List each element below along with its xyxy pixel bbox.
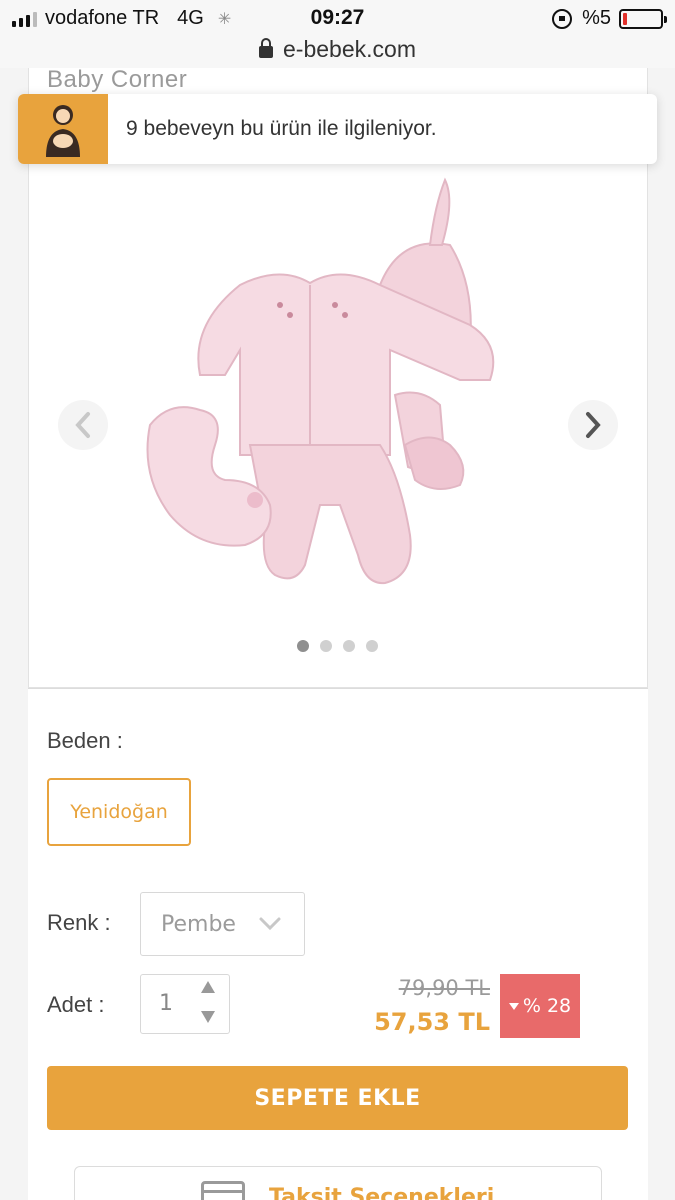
quantity-increment-icon[interactable]	[201, 981, 215, 993]
pants-shape	[248, 444, 412, 585]
discount-badge: % 28	[500, 974, 580, 1038]
installments-button[interactable]: Taksit Seçenekleri	[74, 1166, 602, 1200]
battery-icon	[619, 8, 667, 29]
url-bar[interactable]: e-bebek.com	[0, 36, 675, 68]
brand-name: Baby Corner	[47, 66, 188, 93]
chevron-down-icon	[259, 917, 281, 931]
size-label: Beden :	[47, 728, 123, 753]
quantity-stepper[interactable]: 1	[140, 974, 230, 1034]
carousel-dot-1[interactable]	[297, 640, 309, 652]
down-triangle-icon	[508, 1002, 519, 1010]
credit-card-icon	[201, 1181, 245, 1200]
quantity-label: Adet :	[47, 992, 105, 1017]
size-option-button[interactable]: Yenidoğan	[47, 778, 191, 846]
carousel-dot-2[interactable]	[320, 640, 332, 652]
color-label: Renk :	[47, 910, 111, 935]
installments-label: Taksit Seçenekleri	[269, 1185, 495, 1200]
carousel-dot-3[interactable]	[343, 640, 355, 652]
interest-message: bebeveyn bu ürün ile ilgileniyor.	[143, 117, 437, 140]
url-domain: e-bebek.com	[283, 36, 416, 62]
product-image[interactable]	[130, 175, 510, 595]
add-to-cart-button[interactable]: SEPETE EKLE	[47, 1066, 628, 1130]
color-select[interactable]: Pembe	[140, 892, 305, 956]
carousel-prev-button[interactable]	[58, 400, 108, 450]
mittens-shape	[393, 391, 465, 490]
chevron-left-icon	[75, 412, 90, 438]
status-right: %5	[552, 7, 667, 30]
notification-text: 9 bebeveyn bu ürün ile ilgileniyor.	[108, 94, 437, 164]
carousel-dot-4[interactable]	[366, 640, 378, 652]
quantity-value[interactable]: 1	[159, 991, 173, 1016]
color-select-value: Pembe	[161, 911, 236, 937]
interest-notification: 9 bebeveyn bu ürün ile ilgileniyor.	[18, 94, 657, 164]
quantity-decrement-icon[interactable]	[201, 1011, 215, 1023]
battery-percent: %5	[582, 7, 611, 29]
status-bar: vodafone TR 4G ✳ 09:27 %5	[0, 0, 675, 36]
padlock-icon	[259, 37, 274, 58]
interest-count: 9	[126, 117, 138, 140]
new-price: 57,53 TL	[374, 1008, 490, 1036]
discount-value: % 28	[522, 995, 572, 1017]
old-price: 79,90 TL	[398, 976, 490, 1000]
mother-baby-icon	[18, 94, 108, 164]
rotation-lock-icon	[552, 8, 573, 29]
carousel-next-button[interactable]	[568, 400, 618, 450]
carousel-dots	[0, 640, 675, 652]
chevron-right-icon	[586, 412, 601, 438]
